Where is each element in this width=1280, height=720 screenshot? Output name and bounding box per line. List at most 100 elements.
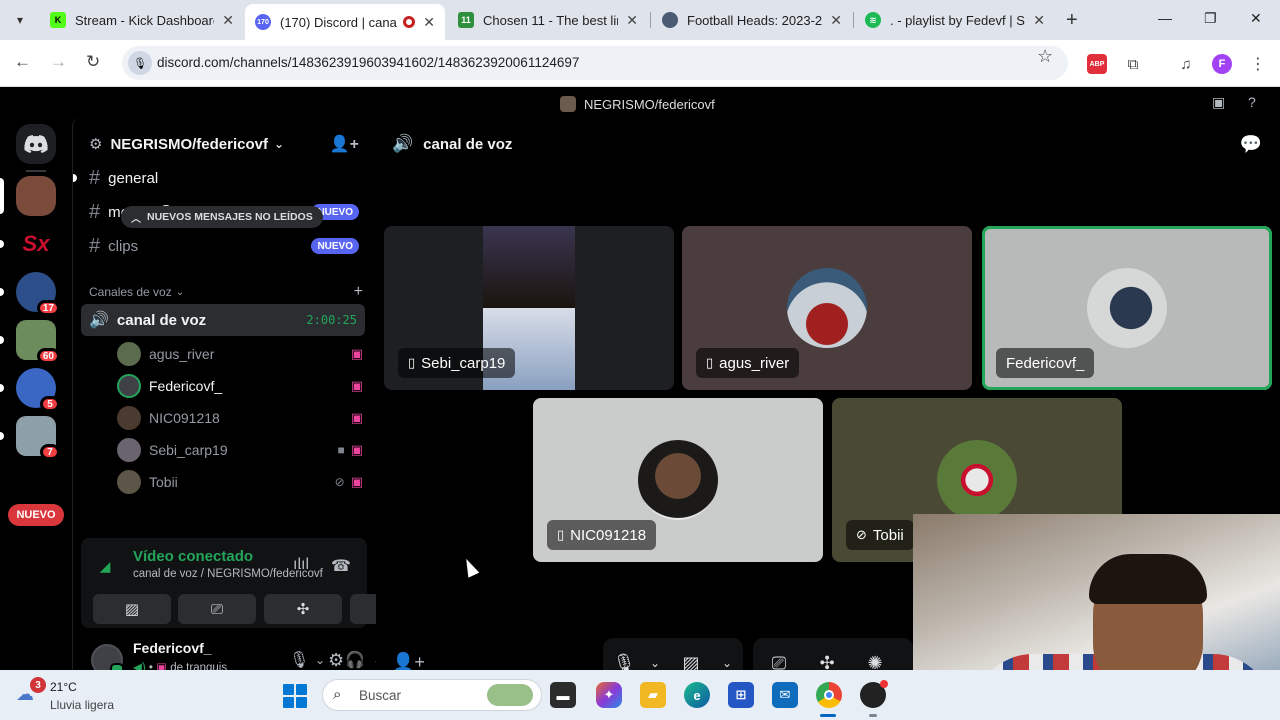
start-windows-icon[interactable] bbox=[283, 684, 307, 708]
rail-separator bbox=[26, 170, 46, 172]
weather-widget[interactable]: ☁ 3 21°C Lluvia ligera bbox=[16, 677, 136, 714]
open-chat-bubble-icon[interactable]: 💬 bbox=[1240, 134, 1262, 155]
edge-icon[interactable]: e bbox=[684, 682, 710, 708]
chevron-down-icon[interactable]: ⌄ bbox=[315, 653, 325, 667]
voice-user[interactable]: NIC091218 ▣ bbox=[117, 404, 365, 432]
browser-menu-icon[interactable]: ⋮ bbox=[1248, 54, 1268, 74]
browser-toolbar: ← → ↻ 🎙 discord.com/channels/14836239196… bbox=[0, 40, 1280, 87]
server-unread-indicator bbox=[0, 240, 4, 248]
microphone-icon[interactable]: 🎙 bbox=[289, 650, 309, 670]
participant-tile-sebi[interactable]: ▯ Sebi_carp19 bbox=[384, 226, 674, 390]
share-screen-button[interactable]: ⎚ bbox=[178, 594, 256, 624]
football-heads-icon bbox=[662, 12, 678, 28]
server-unread-indicator bbox=[0, 384, 4, 392]
search-highlight-image bbox=[487, 684, 533, 706]
copilot-icon[interactable]: ✦ bbox=[596, 682, 622, 708]
tab-title: . - playlist by Fedevf | Sp bbox=[890, 12, 1026, 28]
tab-football-heads[interactable]: Football Heads: 2023-24 ✕ bbox=[652, 4, 852, 36]
channel-clips[interactable]: # clips NUEVO bbox=[81, 230, 367, 262]
direct-messages-button[interactable] bbox=[16, 124, 56, 164]
back-arrow-icon[interactable]: ← bbox=[14, 52, 31, 72]
tab-discord[interactable]: 170 (170) Discord | canal ✕ bbox=[245, 4, 445, 40]
voice-category[interactable]: Canales de voz ⌄ + bbox=[89, 282, 367, 302]
toggle-camera-button[interactable]: ▨ bbox=[93, 594, 171, 624]
close-tab-icon[interactable]: ✕ bbox=[423, 14, 435, 31]
tab-spotify[interactable]: ≋ . - playlist by Fedevf | Sp ✕ bbox=[855, 4, 1055, 36]
server-6[interactable]: 7 bbox=[16, 416, 60, 460]
new-tab-plus-icon[interactable]: + bbox=[1066, 10, 1078, 30]
close-tab-icon[interactable]: ✕ bbox=[626, 12, 638, 29]
search-icon: ⌕ bbox=[333, 686, 342, 703]
tab-chosen11[interactable]: 11 Chosen 11 - The best line ✕ bbox=[448, 4, 648, 36]
minimize-icon[interactable]: — bbox=[1158, 10, 1172, 26]
server-4[interactable]: 60 bbox=[16, 320, 60, 364]
voice-user[interactable]: Sebi_carp19 ■ ▣ bbox=[117, 436, 365, 464]
voice-user[interactable]: agus_river ▣ bbox=[117, 340, 365, 368]
participant-name: agus_river bbox=[719, 354, 790, 372]
chrome-running-indicator bbox=[820, 714, 836, 717]
outlook-icon[interactable]: ✉ bbox=[772, 682, 798, 708]
participant-name: Sebi_carp19 bbox=[421, 354, 506, 372]
url-text[interactable]: discord.com/channels/1483623919603941602… bbox=[157, 55, 579, 70]
file-explorer-icon[interactable]: ▰ bbox=[640, 682, 666, 708]
voice-channel[interactable]: 🔊 canal de voz 2:00:25 bbox=[81, 304, 365, 336]
voice-user-name: Tobii bbox=[149, 474, 178, 490]
microsoft-store-icon[interactable]: ⊞ bbox=[728, 682, 754, 708]
close-tab-icon[interactable]: ✕ bbox=[830, 12, 842, 29]
voice-user[interactable]: Tobii ⊘ ▣ bbox=[117, 468, 365, 496]
weather-condition: Lluvia ligera bbox=[50, 698, 115, 712]
forward-arrow-icon[interactable]: → bbox=[50, 52, 67, 72]
tab-search-chevron-icon[interactable]: ▾ bbox=[8, 8, 32, 32]
chrome-icon[interactable] bbox=[816, 682, 842, 708]
invite-people-icon[interactable]: 👤+ bbox=[330, 134, 359, 154]
reload-icon[interactable]: ↻ bbox=[86, 52, 100, 72]
chevron-up-icon: ︿ bbox=[131, 213, 141, 225]
obs-running-indicator bbox=[869, 714, 877, 717]
voice-user[interactable]: Federicovf_ ▣ bbox=[117, 372, 365, 400]
connection-signal-icon[interactable]: ◢ bbox=[93, 554, 117, 578]
server-2[interactable]: Sx bbox=[16, 224, 56, 264]
avatar bbox=[937, 440, 1017, 520]
task-view-icon[interactable]: ▬ bbox=[550, 682, 576, 708]
site-info-mic-icon[interactable]: 🎙 bbox=[128, 51, 152, 75]
media-controls-icon[interactable]: ♫ bbox=[1176, 54, 1196, 74]
participant-label: ▯ Sebi_carp19 bbox=[398, 348, 516, 378]
close-tab-icon[interactable]: ✕ bbox=[222, 12, 234, 29]
help-icon[interactable]: ? bbox=[1248, 94, 1256, 110]
user-settings-gear-icon[interactable]: ⚙ bbox=[328, 650, 344, 671]
restore-icon[interactable]: ❐ bbox=[1204, 10, 1217, 27]
inbox-icon[interactable]: ▣ bbox=[1212, 94, 1225, 111]
tab-divider bbox=[853, 12, 854, 28]
participant-tile-nic[interactable]: ▯ NIC091218 bbox=[533, 398, 823, 562]
username[interactable]: Federicovf_ bbox=[133, 640, 212, 656]
extensions-puzzle-icon[interactable]: ⧉ bbox=[1123, 54, 1143, 74]
address-bar[interactable]: 🎙 discord.com/channels/14836239196039416… bbox=[122, 46, 1068, 80]
participant-tile-federicovf[interactable]: Federicovf_ bbox=[982, 226, 1272, 390]
noise-suppression-icon[interactable]: ılıl bbox=[293, 556, 309, 574]
disconnect-phone-icon[interactable]: ☎ bbox=[331, 556, 351, 576]
mobile-phone-icon: ▯ bbox=[557, 527, 565, 542]
close-window-icon[interactable]: ✕ bbox=[1250, 10, 1262, 27]
bookmark-star-icon[interactable]: ☆ bbox=[1037, 46, 1053, 67]
close-tab-icon[interactable]: ✕ bbox=[1033, 12, 1045, 29]
adblock-icon[interactable]: ABP bbox=[1087, 54, 1107, 74]
activities-button[interactable]: ✣ bbox=[264, 594, 342, 624]
search-placeholder: Buscar bbox=[359, 688, 402, 703]
unread-messages-banner[interactable]: ︿ NUEVOS MENSAJES NO LEÍDOS bbox=[121, 206, 323, 228]
obs-record-icon[interactable] bbox=[860, 680, 888, 708]
channel-general[interactable]: # general bbox=[73, 162, 367, 194]
server-5[interactable]: 5 bbox=[16, 368, 60, 412]
taskbar-search[interactable]: ⌕ Buscar bbox=[322, 679, 542, 711]
chosen11-icon: 11 bbox=[458, 12, 474, 28]
headphones-icon[interactable]: 🎧 bbox=[345, 650, 365, 670]
participant-tile-agus[interactable]: ▯ agus_river bbox=[682, 226, 972, 390]
discord-titlebar: NEGRISMO/federicovf ▣ ? bbox=[0, 88, 1280, 118]
tab-kick[interactable]: K Stream - Kick Dashboard ✕ bbox=[40, 4, 244, 36]
server-1[interactable] bbox=[16, 176, 56, 216]
create-channel-plus-icon[interactable]: + bbox=[354, 283, 363, 301]
profile-avatar[interactable]: F bbox=[1212, 54, 1232, 74]
channel-name: clips bbox=[108, 237, 139, 255]
unread-banner-text: NUEVOS MENSAJES NO LEÍDOS bbox=[147, 211, 313, 223]
server-3[interactable]: 17 bbox=[16, 272, 60, 316]
new-unreads-pill[interactable]: NUEVO bbox=[8, 504, 64, 526]
